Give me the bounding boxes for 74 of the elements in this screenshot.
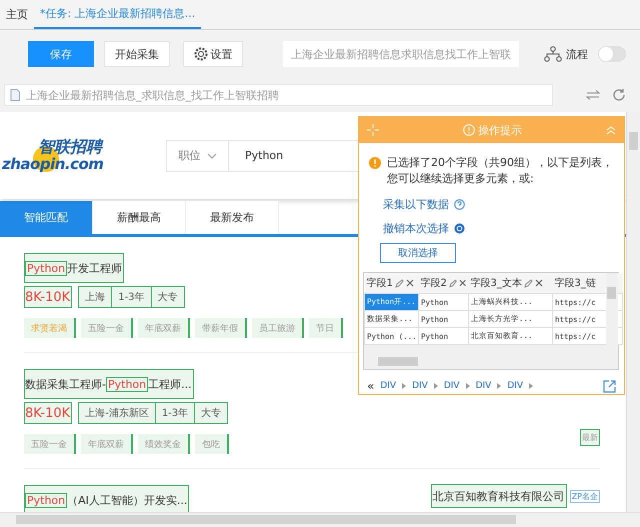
arrow-right-icon — [497, 383, 502, 389]
flow-toggle[interactable] — [598, 46, 626, 62]
breadcrumb-item[interactable]: DIV — [507, 381, 524, 391]
column-header: 字段1 — [366, 276, 393, 290]
benefit-tag: 包吃 — [195, 434, 229, 454]
move-icon[interactable] — [367, 124, 379, 136]
job-title[interactable]: 数据采集工程师- Python 工程师... — [24, 369, 194, 399]
job-tag: 大专 — [195, 402, 228, 424]
pencil-icon[interactable] — [524, 278, 533, 288]
job-tag: 上海-浦东新区 — [78, 402, 156, 424]
start-button[interactable]: 开始采集 — [104, 41, 170, 67]
benefit-tag: 五险一金 — [81, 318, 133, 338]
document-icon — [10, 89, 20, 101]
pencil-icon[interactable] — [394, 278, 404, 288]
column-header: 字段3_文本 — [470, 276, 522, 290]
job-title[interactable]: Python 开发工程师 — [24, 253, 124, 283]
arrow-right-icon — [402, 383, 406, 389]
action-link[interactable]: 采集以下数据 — [383, 197, 624, 212]
flowchart-icon — [544, 46, 562, 62]
swap-icon[interactable] — [586, 89, 600, 101]
refresh-icon[interactable] — [612, 88, 626, 102]
column-header: 字段3_链 — [554, 276, 596, 290]
collapse-icon[interactable] — [606, 125, 616, 135]
warning-icon — [369, 157, 381, 169]
arrow-right-icon — [434, 383, 438, 389]
cancel-button[interactable]: 取消选择 — [380, 243, 456, 263]
breadcrumb-back[interactable]: « — [367, 379, 374, 393]
close-icon[interactable] — [406, 279, 414, 287]
breadcrumb-item[interactable]: DIV — [380, 381, 396, 391]
pencil-icon[interactable] — [448, 278, 458, 288]
open-external-icon[interactable] — [603, 380, 616, 392]
arrow-right-icon — [529, 383, 534, 389]
alert-icon — [463, 124, 475, 136]
selection-message: 已选择了20个字段（共90组），以下是列表，您可以继续选择更多元素，或: — [387, 155, 614, 187]
help-icon — [454, 199, 465, 210]
settings-button[interactable]: 设置 — [183, 41, 243, 67]
task-name-field[interactable]: 上海企业最新招聘信息求职信息找工作上智联 — [283, 41, 519, 67]
benefit-tag: 年底双薪 — [81, 434, 133, 454]
tab[interactable]: 主页 — [0, 0, 34, 29]
company-badge: ZP名企 — [570, 490, 600, 502]
job-title[interactable]: Python （AI人工智能）开发实... — [24, 485, 190, 512]
job-tag: 1-3年 — [112, 286, 152, 308]
scrollbar[interactable] — [0, 512, 640, 527]
chevron-down-icon — [206, 152, 216, 158]
address-field[interactable]: 上海企业最新招聘信息_求职信息_找工作上智联招聘 — [4, 84, 553, 106]
benefit-tag: 绩效奖金 — [138, 434, 190, 454]
breadcrumb-item[interactable]: DIV — [476, 381, 492, 391]
arrow-right-icon — [466, 383, 470, 389]
action-link[interactable]: 撤销本次选择 — [383, 221, 624, 236]
job-tag: 上海 — [78, 286, 112, 308]
scrollbar[interactable] — [626, 112, 640, 512]
breadcrumb-item[interactable]: DIV — [444, 381, 460, 391]
save-button[interactable]: 保存 — [28, 41, 94, 67]
close-icon[interactable] — [459, 279, 466, 287]
benefit-tag: 年底双薪 — [138, 318, 190, 338]
new-tag: 最新 — [580, 429, 600, 446]
sort-tab[interactable]: 智能匹配 — [0, 201, 93, 234]
panel-title: 操作提示 — [478, 122, 522, 138]
benefit-tag: 求贤若渴 — [24, 318, 76, 338]
salary: 8K-10K — [24, 286, 72, 308]
benefit-tag: 节日 — [309, 318, 343, 338]
flow-label: 流程 — [566, 46, 588, 62]
company-name[interactable]: 北京百知教育科技有限公司 — [430, 484, 567, 508]
job-tag: 1-3年 — [156, 402, 196, 424]
benefit-tag: 带薪年假 — [195, 318, 247, 338]
tab[interactable]: *任务: 上海企业最新招聘信息... — [34, 0, 202, 29]
settings-icon — [194, 47, 208, 61]
breadcrumb-item[interactable]: DIV — [412, 381, 428, 391]
benefit-tag: 员工旅游 — [252, 318, 304, 338]
close-icon[interactable] — [534, 279, 543, 287]
column-header: 字段2 — [420, 276, 447, 290]
salary: 8K-10K — [24, 402, 72, 424]
benefit-tag: 五险一金 — [24, 434, 76, 454]
job-tag: 大专 — [152, 286, 185, 308]
